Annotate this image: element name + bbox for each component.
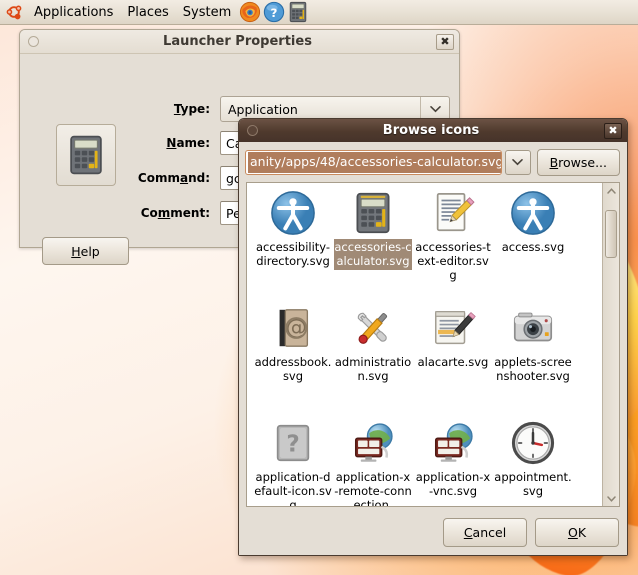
label-comment: Comment: bbox=[140, 206, 210, 220]
launcher-titlebar[interactable]: Launcher Properties ✖ bbox=[20, 30, 459, 54]
label-type: Type: bbox=[173, 102, 210, 116]
menu-editor-icon bbox=[429, 304, 477, 352]
launcher-window-title: Launcher Properties bbox=[163, 34, 312, 49]
cancel-button[interactable]: Cancel bbox=[443, 518, 527, 547]
icon-list-item-label: addressbook.svg bbox=[254, 355, 332, 383]
firefox-icon[interactable] bbox=[239, 1, 261, 23]
scrollbar-thumb[interactable] bbox=[605, 209, 617, 259]
icon-list-item-label: application-default-icon.svg bbox=[254, 470, 332, 506]
icon-list-item-label: administration.svg bbox=[334, 355, 412, 383]
remote-desktop-icon bbox=[429, 419, 477, 467]
ok-button-label: OK bbox=[567, 525, 587, 540]
icon-list-item[interactable]: application-x-vnc.svg bbox=[413, 415, 493, 500]
browse-body: anity/apps/48/accessories-calculator.svg… bbox=[239, 142, 627, 555]
tools-icon bbox=[349, 304, 397, 352]
icon-grid[interactable]: accessibility-directory.svg accessories-… bbox=[247, 183, 602, 506]
addressbook-icon: @ bbox=[269, 304, 317, 352]
clock-icon bbox=[509, 419, 557, 467]
icon-list-item-label: accessories-text-editor.svg bbox=[415, 240, 491, 282]
icon-list-item[interactable]: appointment.svg bbox=[493, 415, 573, 500]
icon-list-item-label: applets-screenshooter.svg bbox=[494, 355, 572, 383]
icon-list-item[interactable]: @ addressbook.svg bbox=[253, 300, 333, 385]
label-command: Command: bbox=[137, 171, 210, 185]
menu-places[interactable]: Places bbox=[120, 3, 175, 22]
calculator-icon bbox=[349, 189, 397, 237]
path-input[interactable]: anity/apps/48/accessories-calculator.svg bbox=[245, 149, 502, 175]
icon-list-item[interactable]: accessories-text-editor.svg bbox=[413, 185, 493, 284]
browse-icons-window: Browse icons ✖ anity/apps/48/accessories… bbox=[238, 118, 628, 556]
help-button[interactable]: Help bbox=[42, 237, 129, 265]
browse-file-button[interactable]: Browse... bbox=[536, 148, 620, 176]
icon-list-item-label: access.svg bbox=[501, 240, 565, 254]
cancel-button-label: Cancel bbox=[463, 525, 507, 540]
window-menu-button[interactable] bbox=[247, 125, 258, 136]
browse-file-button-label: Browse... bbox=[549, 154, 607, 170]
camera-icon bbox=[509, 304, 557, 352]
dialog-action-buttons: Cancel OK bbox=[443, 518, 619, 547]
path-input-selected-text: anity/apps/48/accessories-calculator.svg bbox=[248, 151, 501, 173]
icon-list-item-label: accessibility-directory.svg bbox=[255, 240, 331, 268]
svg-text:?: ? bbox=[286, 432, 299, 458]
vertical-scrollbar[interactable] bbox=[602, 183, 619, 506]
help-icon[interactable]: ? bbox=[263, 1, 285, 23]
browse-window-title: Browse icons bbox=[382, 123, 480, 138]
icon-list-item[interactable]: accessories-calculator.svg bbox=[333, 185, 413, 270]
icon-list-item[interactable]: ? application-default-icon.svg bbox=[253, 415, 333, 506]
chevron-down-icon[interactable] bbox=[603, 491, 619, 506]
browse-titlebar[interactable]: Browse icons ✖ bbox=[239, 119, 627, 142]
close-icon[interactable]: ✖ bbox=[604, 122, 622, 139]
icon-list-item[interactable]: access.svg bbox=[493, 185, 573, 256]
icon-list-item-label: application-x-remote-connection. bbox=[334, 470, 412, 506]
type-combo-value: Application bbox=[228, 101, 298, 117]
calculator-icon[interactable] bbox=[287, 1, 309, 23]
path-row: anity/apps/48/accessories-calculator.svg… bbox=[245, 148, 620, 176]
screen: Applications Places System ? Launcher Pr… bbox=[0, 0, 638, 575]
accessibility-icon bbox=[269, 189, 317, 237]
launcher-icon-button[interactable] bbox=[56, 124, 116, 186]
icon-list-item[interactable]: alacarte.svg bbox=[413, 300, 493, 371]
icon-list-item-label: accessories-calculator.svg bbox=[334, 239, 412, 270]
accessibility-icon bbox=[509, 189, 557, 237]
ok-button[interactable]: OK bbox=[535, 518, 619, 547]
menu-applications[interactable]: Applications bbox=[27, 3, 120, 22]
calculator-icon bbox=[70, 135, 102, 175]
ubuntu-logo-icon[interactable] bbox=[3, 2, 25, 22]
icon-list-item[interactable]: applets-screenshooter.svg bbox=[493, 300, 573, 385]
icon-list-item-label: alacarte.svg bbox=[417, 355, 489, 369]
remote-desktop-icon bbox=[349, 419, 397, 467]
chevron-up-icon[interactable] bbox=[603, 183, 619, 198]
icon-list-item[interactable]: accessibility-directory.svg bbox=[253, 185, 333, 270]
top-panel: Applications Places System ? bbox=[0, 0, 638, 25]
help-button-label: Help bbox=[71, 243, 100, 259]
icon-list-item-label: application-x-vnc.svg bbox=[415, 470, 491, 498]
close-icon[interactable]: ✖ bbox=[436, 33, 454, 50]
text-editor-icon bbox=[429, 189, 477, 237]
icon-list-scrollarea: accessibility-directory.svg accessories-… bbox=[246, 182, 620, 507]
window-menu-button[interactable] bbox=[28, 36, 39, 47]
chevron-down-icon bbox=[512, 159, 523, 166]
menu-system[interactable]: System bbox=[176, 3, 238, 22]
label-name: Name: bbox=[166, 136, 210, 150]
question-icon: ? bbox=[269, 419, 317, 467]
path-dropdown-button[interactable] bbox=[504, 149, 531, 175]
icon-list-item[interactable]: administration.svg bbox=[333, 300, 413, 385]
icon-list-item[interactable]: application-x-remote-connection. bbox=[333, 415, 413, 506]
icon-list-item-label: appointment.svg bbox=[494, 470, 572, 498]
svg-text:?: ? bbox=[271, 6, 278, 20]
